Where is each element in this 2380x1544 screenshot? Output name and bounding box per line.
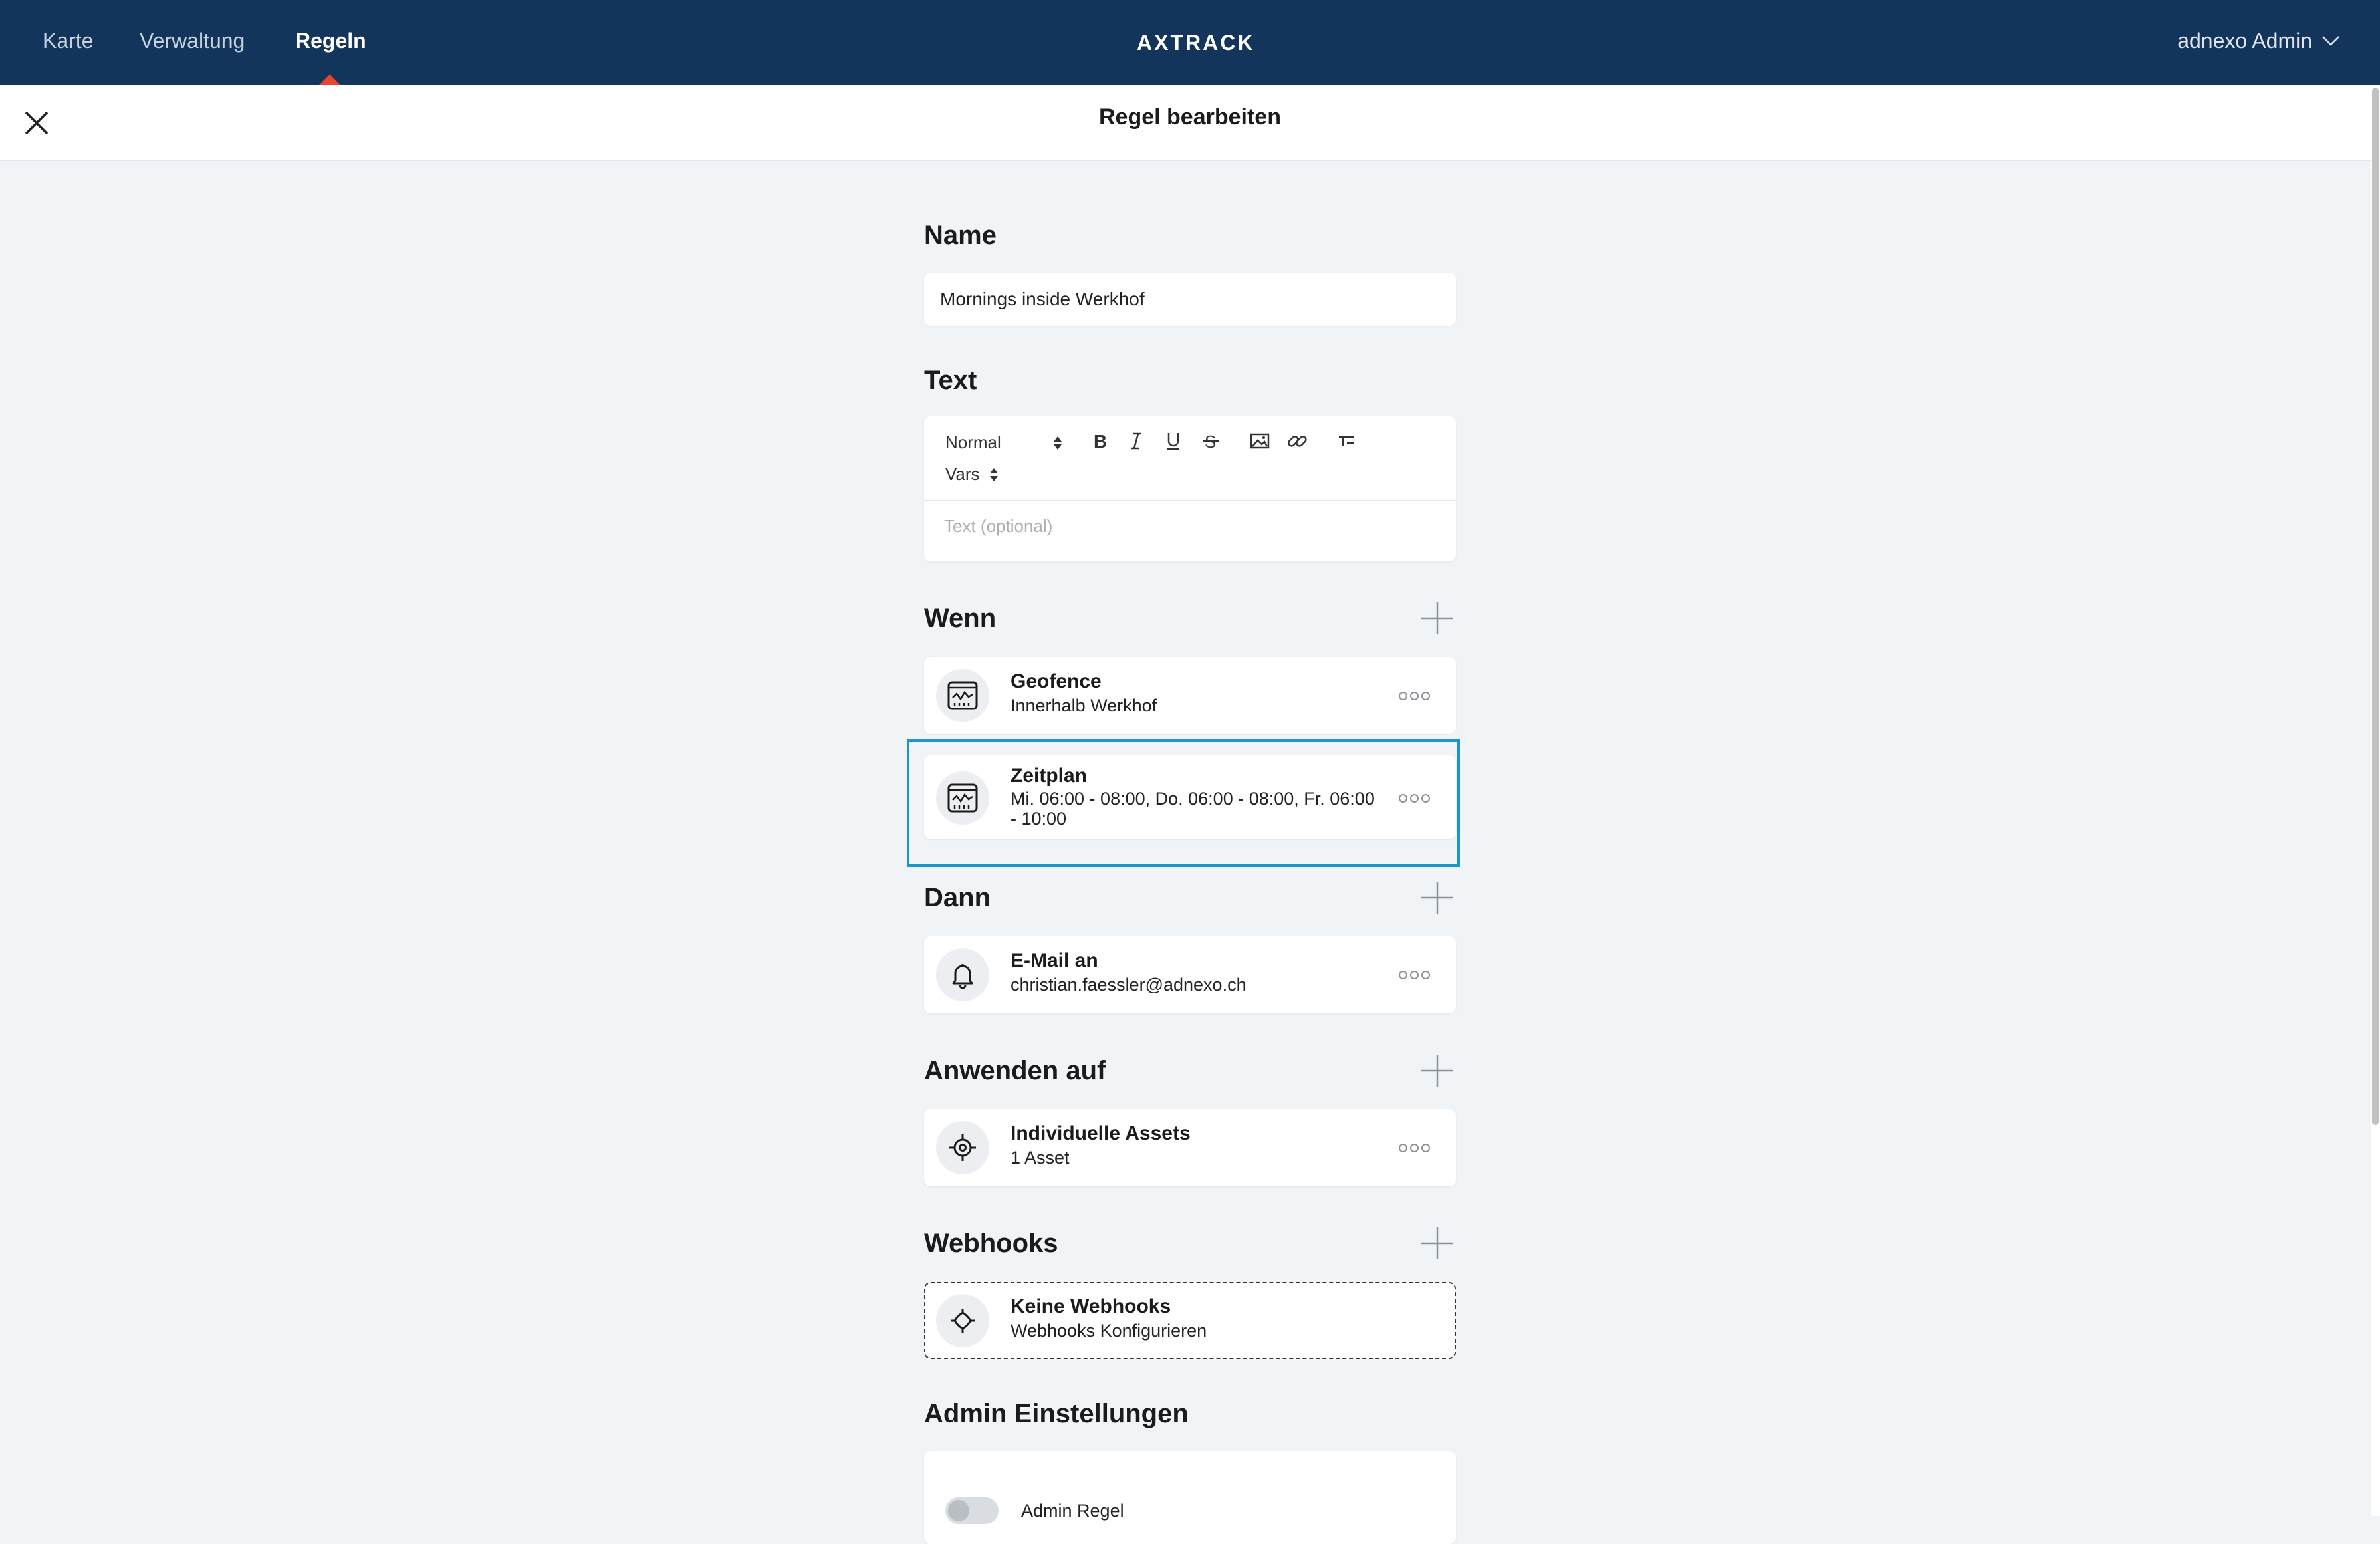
italic-button[interactable]: [1125, 430, 1147, 457]
dann-label: Dann: [924, 883, 991, 912]
admin-rule-toggle[interactable]: [945, 1497, 999, 1524]
strikethrough-button[interactable]: S: [1199, 430, 1222, 457]
select-arrows-icon: [1053, 436, 1062, 450]
card-subtitle: Webhooks Konfigurieren: [1011, 1321, 1207, 1341]
name-input-value: Mornings inside Werkhof: [940, 289, 1145, 309]
vars-select-value: Vars: [945, 464, 980, 484]
add-target-button[interactable]: [1420, 1053, 1455, 1088]
add-action-button[interactable]: [1420, 880, 1455, 915]
scrollbar-thumb[interactable]: [2372, 88, 2379, 1125]
active-nav-indicator: [319, 74, 340, 85]
chart-panel-icon: [936, 669, 989, 722]
webhooks-empty-card[interactable]: Keine Webhooks Webhooks Konfigurieren: [924, 1282, 1456, 1359]
text-editor-input[interactable]: Text (optional): [944, 516, 1052, 537]
bold-icon: B: [1094, 431, 1107, 451]
chevron-down-icon: [2322, 36, 2339, 46]
admin-settings-card: Admin Regel: [924, 1451, 1456, 1544]
clear-format-button[interactable]: [1335, 430, 1358, 457]
app-logo: AXTRACK: [1137, 31, 1255, 55]
strikethrough-icon: S: [1203, 432, 1219, 451]
plus-icon: [1421, 1055, 1453, 1087]
bell-icon: [936, 948, 989, 1001]
card-subtitle: 1 Asset: [1011, 1148, 1070, 1168]
link-icon: [1288, 436, 1307, 447]
plus-icon: [1421, 1227, 1453, 1259]
card-title: Individuelle Assets: [1011, 1122, 1191, 1144]
name-label: Name: [924, 221, 997, 250]
format-select[interactable]: Normal: [945, 432, 1062, 453]
target-card-assets[interactable]: Individuelle Assets 1 Asset: [924, 1109, 1456, 1186]
more-options-button[interactable]: [1399, 689, 1433, 702]
admin-settings-label: Admin Einstellungen: [924, 1399, 1189, 1428]
vars-select[interactable]: Vars: [945, 464, 999, 485]
add-webhook-button[interactable]: [1420, 1226, 1455, 1261]
condition-card-geofence[interactable]: Geofence Innerhalb Werkhof: [924, 657, 1456, 734]
select-arrows-icon: [989, 467, 998, 481]
user-menu[interactable]: adnexo Admin: [2177, 24, 2340, 57]
nav-item-karte[interactable]: Karte: [43, 24, 93, 57]
user-name: adnexo Admin: [2177, 29, 2312, 53]
plug-icon: [936, 1294, 989, 1347]
card-title: Geofence: [1011, 670, 1102, 692]
card-subtitle: Innerhalb Werkhof: [1011, 696, 1157, 715]
more-options-button[interactable]: [1399, 1141, 1433, 1154]
text-editor: Normal B S Vars Text (optional): [924, 416, 1456, 561]
wenn-label: Wenn: [924, 604, 997, 633]
format-select-value: Normal: [945, 432, 1001, 452]
svg-text:B: B: [1094, 431, 1107, 451]
nav-item-verwaltung[interactable]: Verwaltung: [140, 24, 245, 57]
image-icon: [1250, 433, 1270, 449]
underline-icon: [1167, 433, 1179, 450]
nav-item-regeln[interactable]: Regeln: [295, 24, 366, 57]
action-card-email[interactable]: E-Mail an christian.faessler@adnexo.ch: [924, 936, 1456, 1013]
target-icon: [936, 1121, 989, 1174]
editor-divider: [924, 500, 1456, 501]
more-options-button[interactable]: [1399, 968, 1433, 981]
plus-icon: [1421, 882, 1453, 914]
bold-button[interactable]: B: [1088, 430, 1110, 457]
italic-icon: [1131, 432, 1141, 450]
name-input[interactable]: Mornings inside Werkhof: [924, 273, 1456, 326]
link-button[interactable]: [1286, 430, 1308, 457]
anwenden-label: Anwenden auf: [924, 1056, 1106, 1085]
card-subtitle: christian.faessler@adnexo.ch: [1011, 975, 1247, 995]
card-title: Keine Webhooks: [1011, 1295, 1171, 1317]
top-navigation: Karte Verwaltung Regeln AXTRACK adnexo A…: [0, 0, 2380, 85]
underline-button[interactable]: [1162, 430, 1185, 457]
admin-rule-label: Admin Regel: [1021, 1501, 1124, 1521]
image-button[interactable]: [1249, 430, 1271, 457]
plus-icon: [1421, 602, 1453, 634]
clear-format-icon: [1339, 436, 1354, 446]
webhooks-label: Webhooks: [924, 1229, 1058, 1258]
page-title: Regel bearbeiten: [1099, 104, 1281, 130]
add-condition-button[interactable]: [1420, 601, 1455, 636]
selected-card-outline: [907, 739, 1460, 867]
card-title: E-Mail an: [1011, 950, 1098, 971]
text-label: Text: [924, 366, 977, 395]
